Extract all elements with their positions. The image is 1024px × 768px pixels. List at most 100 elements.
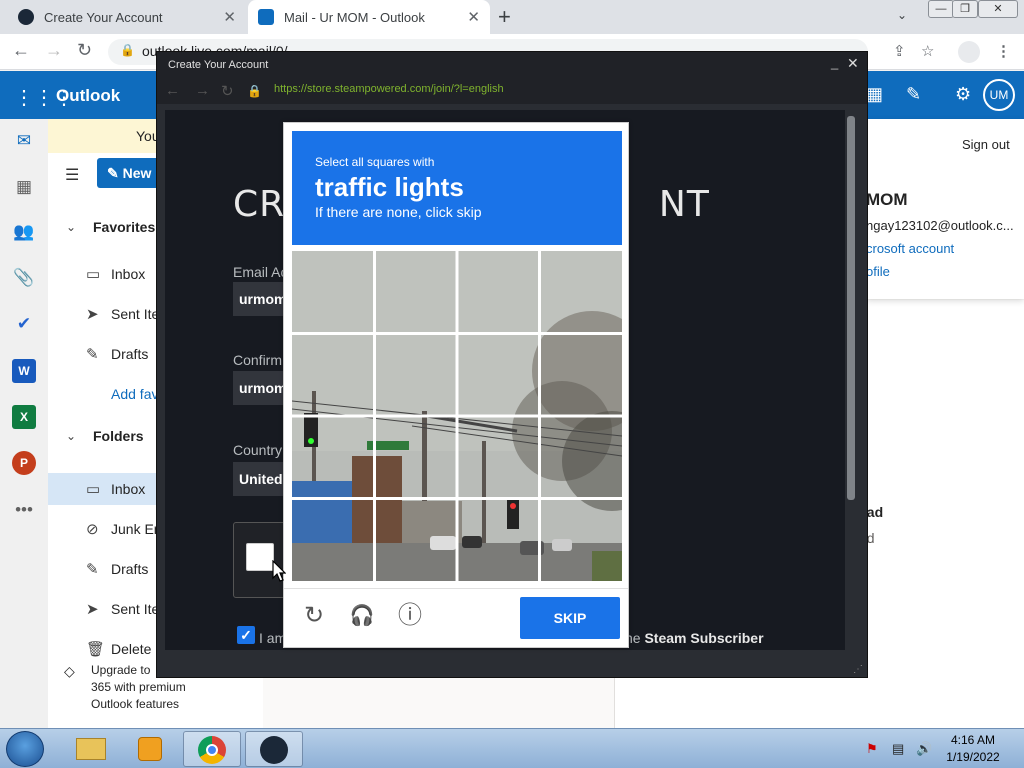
block-icon: ⊘ <box>86 521 99 538</box>
new-button-label: New <box>122 165 152 181</box>
calendar-icon[interactable]: ▦ <box>12 175 36 199</box>
attachment-icon[interactable]: 📎 <box>12 266 36 290</box>
maximize-button[interactable]: ❐ <box>952 0 978 18</box>
sign-out-link[interactable]: Sign out <box>962 137 1010 152</box>
captcha-tile-r3-c2[interactable] <box>375 416 455 496</box>
chrome-taskbar-icon[interactable] <box>183 731 241 767</box>
media-player-taskbar-icon[interactable] <box>122 731 180 767</box>
captcha-tile-r2-c1[interactable] <box>292 334 372 414</box>
nav-label: Add fav <box>111 386 159 402</box>
popup-close-icon[interactable]: ✕ <box>847 55 859 72</box>
captcha-tile-r3-c3[interactable] <box>457 416 537 496</box>
captcha-tile-r4-c1[interactable] <box>292 499 372 579</box>
tab-outlook[interactable]: Mail - Ur MOM - Outlook ✕ <box>248 0 490 34</box>
send-icon: ➤ <box>86 601 99 618</box>
file-explorer-taskbar-icon[interactable] <box>62 731 120 767</box>
start-button[interactable] <box>6 731 44 767</box>
more-apps-icon[interactable]: ••• <box>12 498 36 522</box>
back-button[interactable]: ← <box>12 40 30 61</box>
minimize-button[interactable]: — <box>928 0 954 18</box>
email-label: Email Ac <box>233 264 288 280</box>
captcha-tile-r3-c4[interactable] <box>540 416 620 496</box>
agree-checkbox[interactable]: ✓ <box>237 626 255 644</box>
tab-create-account[interactable]: Create Your Account ✕ <box>8 0 246 34</box>
forward-button[interactable]: → <box>45 40 63 61</box>
steam-taskbar-icon[interactable] <box>245 731 303 767</box>
back-arrow-icon[interactable]: ← <box>165 82 180 99</box>
my-profile-link[interactable]: ofile <box>866 264 890 279</box>
help-info-icon[interactable]: ⓘ <box>395 601 425 631</box>
kebab-menu-icon[interactable]: ⋮ <box>996 42 1011 60</box>
reload-icon[interactable]: ↻ <box>221 82 234 100</box>
people-icon[interactable]: 👥 <box>12 220 36 244</box>
popup-minimize-icon[interactable]: _ <box>831 55 838 70</box>
captcha-tile-r4-c3[interactable] <box>457 499 537 579</box>
scrollbar-thumb[interactable] <box>847 116 855 500</box>
captcha-checkbox[interactable] <box>246 543 274 571</box>
reload-challenge-icon[interactable]: ↻ <box>299 601 329 631</box>
todo-check-icon[interactable]: ✔ <box>12 312 36 336</box>
popup-titlebar: Create Your Account <box>157 52 867 78</box>
resize-grip-icon[interactable]: ⋰ <box>853 664 863 675</box>
captcha-tile-r4-c4[interactable] <box>540 499 620 579</box>
profile-icon[interactable] <box>958 41 980 63</box>
skip-button[interactable]: SKIP <box>520 597 620 639</box>
app-rail: ✉ ▦ 👥 📎 ✔ W X P ••• <box>0 119 48 728</box>
instruction-bottom: If there are none, click skip <box>315 204 482 220</box>
upgrade-line-2: 365 with premium <box>91 680 186 694</box>
hamburger-menu-icon[interactable]: ☰ <box>65 165 79 185</box>
forward-arrow-icon[interactable]: → <box>195 82 210 99</box>
captcha-tile-r2-c2[interactable] <box>375 334 455 414</box>
subscriber-agreement-link[interactable]: he Steam Subscriber <box>625 630 764 646</box>
challenge-header: Select all squares with traffic lights I… <box>292 131 622 245</box>
captcha-tile-r2-c4[interactable] <box>540 334 620 414</box>
excel-icon[interactable]: X <box>12 405 36 429</box>
nav-label: Drafts <box>111 346 149 362</box>
captcha-tile-r3-c1[interactable] <box>292 416 372 496</box>
nav-label: Inbox <box>111 266 146 282</box>
pencil-icon: ✎ <box>86 346 99 363</box>
word-icon[interactable]: W <box>12 359 36 383</box>
reload-button[interactable]: ↻ <box>77 40 92 61</box>
country-label: Country <box>233 442 283 458</box>
windows-taskbar: ⚑ ▤ 🔊 4:16 AM 1/19/2022 <box>0 728 1024 768</box>
tab-search-chevron-icon[interactable]: ⌄ <box>897 8 907 22</box>
image-grid <box>292 251 622 581</box>
audio-challenge-icon[interactable]: 🎧 <box>347 601 377 631</box>
nav-label: Sent Ite <box>111 306 160 322</box>
settings-gear-icon[interactable]: ⚙ <box>955 84 971 105</box>
clock-date[interactable]: 1/19/2022 <box>944 750 1002 764</box>
captcha-tile-r1-c2[interactable] <box>375 251 455 331</box>
bookmark-star-icon[interactable]: ☆ <box>921 42 934 60</box>
my-account-link[interactable]: crosoft account <box>866 241 954 256</box>
captcha-tile-r1-c4[interactable] <box>540 251 620 331</box>
action-center-flag-icon[interactable]: ⚑ <box>866 741 878 757</box>
my-day-icon[interactable]: ▦ <box>866 84 883 105</box>
popup-url-bar: ← → ↻ 🔒 https://store.steampowered.com/j… <box>157 78 867 104</box>
close-window-button[interactable]: ✕ <box>978 0 1018 18</box>
confirm-email-label: Confirm <box>233 352 283 368</box>
title-right: NT <box>658 184 710 225</box>
trash-icon: 🗑 <box>86 641 106 658</box>
captcha-tile-r4-c2[interactable] <box>375 499 455 579</box>
captcha-tile-r1-c1[interactable] <box>292 251 372 331</box>
mail-icon[interactable]: ✉ <box>12 129 36 153</box>
close-icon[interactable]: ✕ <box>223 8 236 26</box>
volume-icon[interactable]: 🔊 <box>916 741 932 757</box>
share-icon[interactable]: ⇪ <box>893 42 906 60</box>
captcha-tile-r1-c3[interactable] <box>457 251 537 331</box>
clock-time[interactable]: 4:16 AM <box>948 733 998 747</box>
powerpoint-icon[interactable]: P <box>12 451 36 475</box>
avatar[interactable]: UM <box>983 79 1015 111</box>
inbox-icon: ▭ <box>86 266 101 283</box>
footer-divider <box>284 588 628 589</box>
whats-new-icon[interactable]: ✎ <box>906 84 921 105</box>
steam-icon <box>18 9 34 25</box>
network-icon[interactable]: ▤ <box>892 741 904 757</box>
lock-icon: 🔒 <box>247 84 262 98</box>
captcha-tile-r2-c3[interactable] <box>457 334 537 414</box>
close-icon[interactable]: ✕ <box>467 8 480 26</box>
nav-label: Favorites <box>93 219 156 235</box>
chevron-down-icon: ⌄ <box>66 429 77 443</box>
new-tab-button[interactable]: + <box>498 4 511 30</box>
